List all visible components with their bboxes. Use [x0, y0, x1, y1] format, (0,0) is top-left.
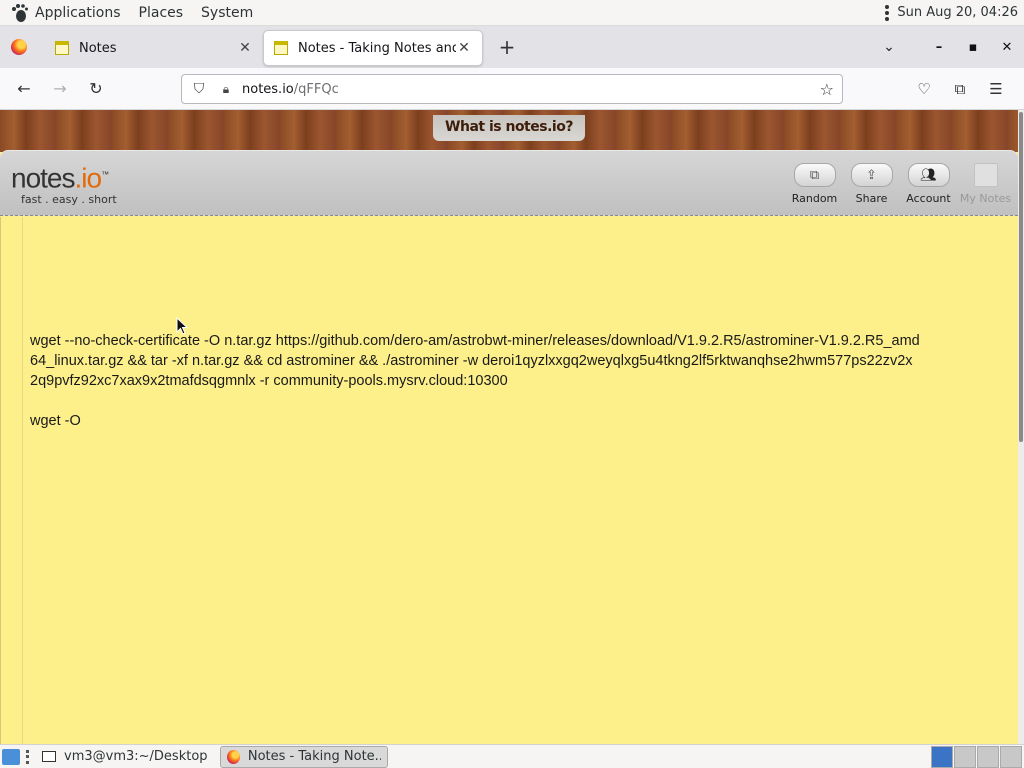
note-margin-line — [22, 217, 23, 744]
notes-icon — [973, 163, 998, 187]
bookmark-star-icon[interactable]: ☆ — [820, 80, 834, 99]
share-button[interactable]: ⇪ Share — [843, 163, 900, 205]
account-button[interactable]: 👥︎ Account — [900, 163, 957, 205]
firefox-icon — [226, 749, 240, 764]
taskbar: vm3@vm3:~/Desktop Notes - Taking Note... — [0, 744, 1024, 768]
random-icon: ⧉ — [793, 163, 836, 187]
what-is-link[interactable]: What is notes.io? — [433, 115, 585, 141]
workspace-switcher — [930, 745, 1022, 768]
clock[interactable]: Sun Aug 20, 04:26 — [897, 5, 1018, 20]
menu-places[interactable]: Places — [139, 5, 184, 21]
close-tab-icon[interactable]: ✕ — [456, 40, 472, 56]
tab-title: Notes — [79, 40, 117, 56]
logo-tagline: fast . easy . short — [21, 193, 117, 207]
random-label: Random — [791, 192, 838, 205]
header-actions: ⧉ Random ⇪ Share 👥︎ Account My Notes — [786, 163, 1014, 205]
tracking-shield-icon[interactable]: ⛉ — [184, 81, 214, 97]
tab-notes-taking[interactable]: Notes - Taking Notes and Sh ✕ — [263, 30, 483, 66]
random-button[interactable]: ⧉ Random — [786, 163, 843, 205]
my-notes-label: My Notes — [959, 192, 1012, 205]
back-icon[interactable]: ← — [6, 79, 42, 98]
my-notes-button[interactable]: My Notes — [957, 163, 1014, 205]
tab-strip: Notes ✕ Notes - Taking Notes and Sh ✕ + … — [0, 26, 1024, 68]
scrollbar-thumb[interactable] — [1019, 112, 1023, 442]
note-paragraph[interactable]: wget -O — [30, 411, 920, 431]
taskbar-item-firefox[interactable]: Notes - Taking Note... — [219, 745, 388, 768]
show-desktop-icon[interactable] — [2, 748, 20, 765]
close-tab-icon[interactable]: ✕ — [237, 40, 253, 56]
taskbar-handle-icon — [26, 749, 30, 764]
note-body[interactable]: wget --no-check-certificate -O n.tar.gz … — [30, 331, 920, 451]
tab-notes[interactable]: Notes ✕ — [45, 30, 263, 66]
page-scrollbar[interactable] — [1018, 110, 1024, 744]
workspace-3[interactable] — [977, 745, 999, 768]
hamburger-menu-icon[interactable]: ☰ — [978, 80, 1014, 98]
workspace-1[interactable] — [931, 745, 953, 768]
tab-title: Notes - Taking Notes and Sh — [298, 40, 456, 56]
notes-favicon-icon — [274, 41, 288, 55]
reload-icon[interactable]: ↻ — [78, 79, 114, 98]
pocket-icon[interactable]: ♡ — [906, 80, 942, 98]
wood-banner: What is notes.io? — [0, 110, 1018, 152]
taskbar-item-terminal[interactable]: vm3@vm3:~/Desktop — [36, 746, 214, 768]
app-header: notes.io™ fast . easy . short ⧉ Random ⇪… — [0, 150, 1018, 216]
url-text[interactable]: notes.io/qFFQc — [242, 82, 339, 97]
gnome-foot-icon[interactable] — [9, 3, 29, 23]
account-label: Account — [906, 192, 951, 205]
menu-applications[interactable]: Applications — [35, 5, 121, 21]
note-editor[interactable]: wget --no-check-certificate -O n.tar.gz … — [0, 217, 1018, 744]
account-icon: 👥︎ — [907, 163, 950, 187]
new-tab-icon[interactable]: + — [495, 35, 519, 59]
url-bar[interactable]: ⛉ 🔒︎ notes.io/qFFQc ☆ — [181, 74, 843, 104]
forward-icon[interactable]: → — [42, 79, 78, 98]
lock-icon[interactable]: 🔒︎ — [214, 82, 238, 97]
share-icon: ⇪ — [850, 163, 893, 187]
note-paragraph[interactable]: wget --no-check-certificate -O n.tar.gz … — [30, 331, 920, 391]
workspace-4[interactable] — [1000, 745, 1022, 768]
top-panel: Applications Places System Sun Aug 20, 0… — [0, 0, 1024, 26]
maximize-icon[interactable]: ▪ — [956, 40, 990, 55]
notes-favicon-icon — [55, 41, 69, 55]
list-all-tabs-icon[interactable]: ⌄ — [872, 39, 906, 55]
logo[interactable]: notes.io™ fast . easy . short — [11, 161, 117, 207]
page-content: What is notes.io? notes.io™ fast . easy … — [0, 110, 1018, 744]
firefox-view-icon[interactable] — [11, 39, 27, 55]
workspace-2[interactable] — [954, 745, 976, 768]
close-window-icon[interactable]: ✕ — [990, 40, 1024, 55]
share-label: Share — [855, 192, 888, 205]
minimize-icon[interactable]: – — [922, 40, 956, 55]
panel-handle-icon — [885, 4, 890, 21]
mouse-pointer-icon — [176, 317, 188, 335]
menu-system[interactable]: System — [201, 5, 253, 21]
nav-bar: ← → ↻ ⛉ 🔒︎ notes.io/qFFQc ☆ ♡ ⧉ ☰ — [0, 68, 1024, 110]
terminal-window-icon — [42, 751, 56, 762]
extensions-icon[interactable]: ⧉ — [942, 80, 978, 98]
